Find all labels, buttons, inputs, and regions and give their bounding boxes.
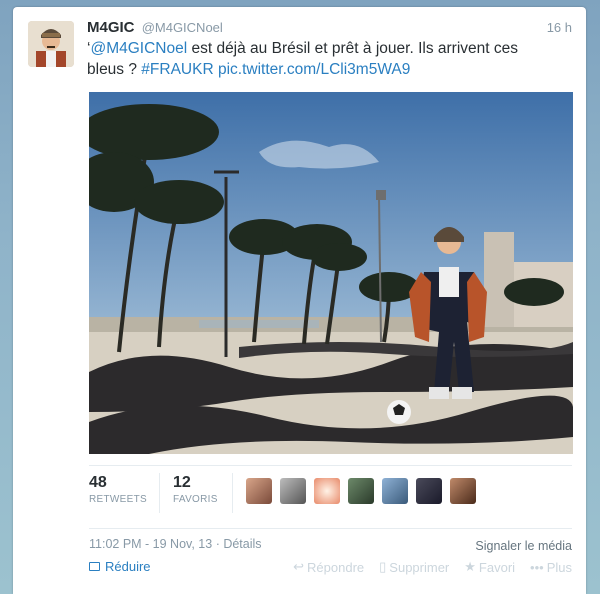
user-avatar[interactable] (280, 478, 307, 504)
user-avatar[interactable] (450, 478, 477, 504)
tweet-text: ‘@M4GICNoel est déjà au Brésil et prêt à… (87, 38, 557, 80)
stat-divider (232, 473, 233, 513)
favorites-stat[interactable]: 12 FAVORIS (173, 474, 218, 505)
star-icon: ★ (464, 559, 476, 574)
collapse-button[interactable]: Réduire (89, 559, 151, 574)
author-handle[interactable]: @M4GICNoel (142, 20, 223, 35)
dots-icon: ••• (530, 559, 544, 575)
retweets-label: RETWEETS (89, 494, 147, 505)
user-avatar[interactable] (246, 478, 272, 504)
media-icon (89, 562, 100, 571)
media-link[interactable]: pic.twitter.com/LCli3m5WA9 (218, 61, 410, 78)
favorite-button[interactable]: ★ Favori (464, 559, 515, 575)
separator (89, 465, 572, 466)
user-avatar[interactable] (382, 478, 409, 504)
delete-button[interactable]: ▯ Supprimer (379, 559, 449, 575)
delete-label: Supprimer (389, 559, 450, 575)
author-display-name[interactable]: M4GIC (87, 19, 135, 36)
tweet-card: M4GIC @M4GICNoel 16 h ‘@M4GICNoel est dé… (13, 7, 586, 594)
favorites-count: 12 (173, 474, 191, 491)
timestamp-text: 11:02 PM - 19 Nov, 13 (89, 537, 213, 551)
hashtag-link[interactable]: #FRAUKR (141, 61, 213, 78)
favorite-label: Favori (478, 559, 516, 575)
favorites-label: FAVORIS (173, 494, 218, 505)
avatar-image (28, 21, 74, 67)
user-avatar[interactable] (314, 478, 341, 504)
more-label: Plus (546, 559, 572, 575)
details-link[interactable]: · Détails (212, 537, 262, 551)
author-row: M4GIC @M4GICNoel (87, 19, 223, 36)
tweet-actions: ↩ Répondre ▯ Supprimer ★ Favori ••• Plus (293, 559, 572, 575)
mention-link[interactable]: @M4GICNoel (90, 40, 187, 57)
stat-divider (159, 473, 160, 513)
user-avatar[interactable] (28, 21, 74, 67)
tweet-timestamp: 11:02 PM - 19 Nov, 13 · Détails (89, 537, 262, 551)
retweets-count: 48 (89, 474, 107, 491)
photo-image (89, 92, 573, 454)
favoriters-avatars (246, 478, 480, 504)
retweets-stat[interactable]: 48 RETWEETS (89, 474, 147, 505)
reply-button[interactable]: ↩ Répondre (293, 559, 364, 575)
report-media-link[interactable]: Signaler le média (475, 539, 572, 553)
user-avatar[interactable] (348, 478, 375, 504)
user-avatar[interactable] (416, 478, 443, 504)
tweet-photo[interactable] (89, 92, 573, 454)
tweet-time[interactable]: 16 h (547, 20, 572, 35)
reply-icon: ↩ (293, 559, 305, 574)
reply-label: Répondre (307, 559, 365, 575)
collapse-label: Réduire (105, 559, 151, 574)
more-button[interactable]: ••• Plus (530, 559, 572, 575)
trash-icon: ▯ (379, 559, 387, 574)
separator (89, 528, 572, 529)
